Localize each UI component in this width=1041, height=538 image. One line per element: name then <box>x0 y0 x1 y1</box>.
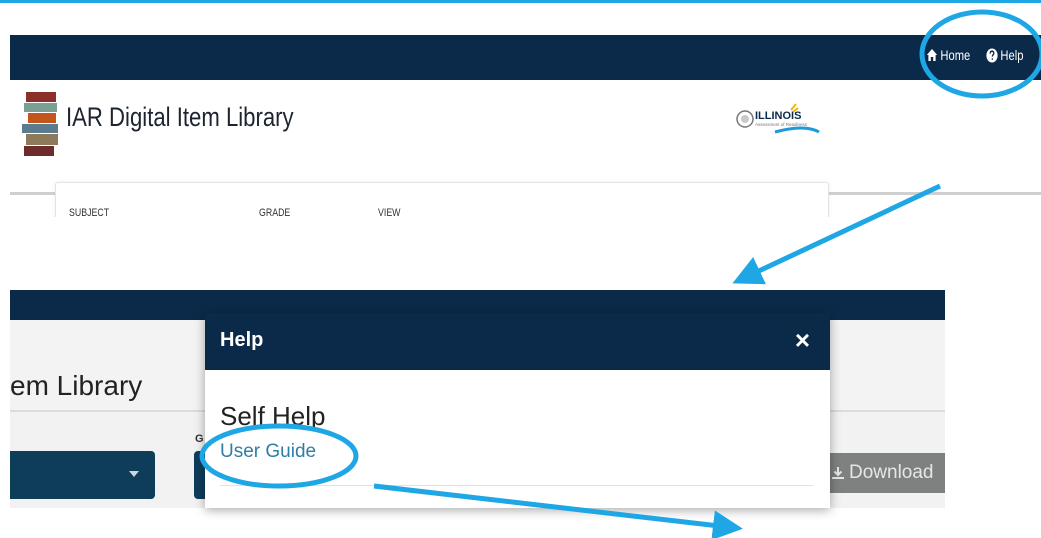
book-stack-logo <box>22 92 58 156</box>
grade-label-partial: G <box>195 433 204 445</box>
question-circle-icon <box>986 48 998 62</box>
home-link-label: Home <box>940 47 971 63</box>
subject-label: SUBJECT <box>69 207 110 217</box>
user-guide-link[interactable]: User Guide <box>220 441 316 463</box>
view-label: VIEW <box>378 207 401 217</box>
top-divider-line <box>0 0 1041 3</box>
download-button[interactable]: Download <box>825 453 945 493</box>
brand-header: IAR Digital Item Library ILLINOIS Assess… <box>10 80 1041 195</box>
top-navigation-bar: Home Help <box>10 35 1041 80</box>
self-help-heading: Self Help <box>220 401 326 431</box>
help-link-label: Help <box>1000 47 1024 63</box>
app-title: IAR Digital Item Library <box>66 102 294 132</box>
main-page-screenshot: Home Help IAR Digital Item Library ILLIN… <box>10 35 1041 217</box>
modal-title: Help <box>220 329 264 351</box>
download-icon <box>832 467 844 479</box>
help-link[interactable]: Help <box>986 47 1023 63</box>
modal-header: Help × <box>205 313 830 370</box>
grade-label: GRADE <box>259 207 291 217</box>
chevron-down-icon <box>129 471 139 477</box>
help-modal: Help × Self Help User Guide <box>205 313 830 508</box>
close-icon[interactable]: × <box>795 327 810 353</box>
home-link[interactable]: Home <box>926 47 970 63</box>
modal-divider <box>220 485 813 486</box>
app-title-partial: em Library <box>10 370 143 401</box>
svg-text:Assessment of Readiness: Assessment of Readiness <box>755 122 808 127</box>
home-icon <box>926 49 938 61</box>
illinois-assessment-logo: ILLINOIS Assessment of Readiness <box>736 103 820 134</box>
subject-select[interactable] <box>10 451 155 499</box>
download-label: Download <box>849 462 934 483</box>
filter-panel: SUBJECT GRADE VIEW <box>55 182 829 217</box>
